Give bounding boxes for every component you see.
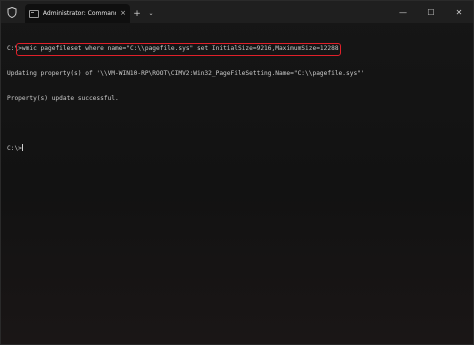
tab-close-icon[interactable]: × — [120, 10, 126, 17]
highlighted-command: >wmic pagefileset where name="C:\\pagefi… — [16, 43, 341, 56]
maximize-button[interactable]: ☐ — [417, 1, 445, 23]
prompt: C:\> — [7, 144, 22, 152]
output-line: Property(s) update successful. — [7, 94, 119, 102]
prompt-line: C:\> — [7, 143, 469, 152]
terminal-icon — [29, 9, 39, 18]
terminal-output[interactable]: C:\>wmic pagefileset where name="C:\\pag… — [7, 29, 469, 339]
title-bar: Administrator: Command Prom × + ⌄ — ☐ ✕ — [1, 1, 473, 23]
shield-icon — [1, 1, 23, 23]
prompt: C:\ — [7, 45, 19, 53]
text-cursor — [21, 143, 23, 151]
chevron-down-icon[interactable]: ⌄ — [144, 4, 158, 23]
tab-command-prompt[interactable]: Administrator: Command Prom × — [25, 4, 130, 23]
window-controls: — ☐ ✕ — [389, 1, 473, 23]
close-button[interactable]: ✕ — [445, 1, 473, 23]
output-line: Updating property(s) of '\\VM-WIN10-RP\R… — [7, 70, 365, 77]
new-tab-button[interactable]: + — [130, 4, 144, 23]
scrollbar[interactable] — [469, 25, 472, 344]
command-line: C:\>wmic pagefileset where name="C:\\pag… — [7, 43, 469, 56]
terminal-window: Administrator: Command Prom × + ⌄ — ☐ ✕ … — [0, 0, 474, 345]
tab-title: Administrator: Command Prom — [42, 10, 117, 17]
minimize-button[interactable]: — — [389, 1, 417, 23]
